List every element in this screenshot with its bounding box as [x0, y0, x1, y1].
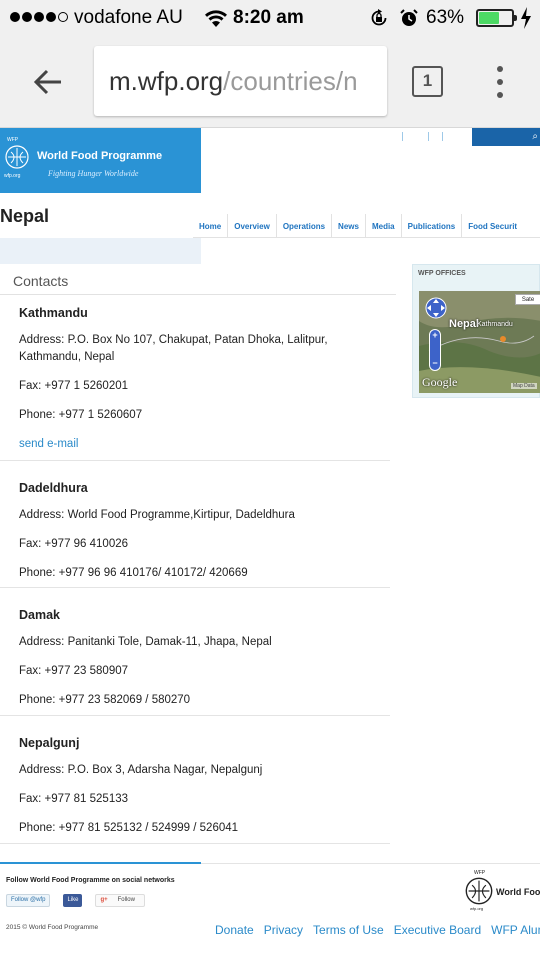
page-title: Nepal — [0, 206, 50, 226]
wifi-icon — [205, 10, 227, 27]
copyright: 2015 © World Food Programme — [6, 924, 99, 931]
office-dadeldhura: Dadeldhura Address: World Food Programme… — [19, 480, 390, 594]
office-phone[interactable]: Phone: +977 96 96 410176/ 410172/ 420669 — [19, 565, 390, 582]
footer-logo-name: World Food — [496, 887, 540, 897]
carrier-name: vodafone AU — [74, 7, 183, 28]
google-logo: Google — [422, 375, 458, 389]
office-fax: Fax: +977 23 580907 — [19, 665, 129, 677]
nav-link-overview[interactable]: Overview — [227, 214, 276, 237]
divider — [0, 715, 390, 716]
footer-wfp-logo[interactable]: WFP wfp.org World Food — [464, 870, 540, 911]
twitter-follow-button[interactable]: Follow @wfp — [6, 894, 51, 907]
map-satellite-button[interactable]: Sate — [515, 294, 540, 305]
divider — [0, 294, 396, 295]
wfp-emblem-icon: WFP wfp.org — [464, 870, 494, 911]
footer-link-executive-board[interactable]: Executive Board — [394, 923, 481, 937]
divider — [0, 587, 390, 588]
social-buttons: Follow @wfp Like g+ Follow — [6, 894, 146, 907]
search-bar[interactable]: ⌕ — [472, 128, 540, 146]
main-nav: Home Overview Operations News Media Publicati… — [193, 214, 540, 238]
office-fax: Fax: +977 81 525133 — [19, 793, 129, 805]
status-bar: vodafone AU 8:20 am 63% — [0, 0, 540, 36]
footer-link-privacy[interactable]: Privacy — [264, 923, 303, 937]
office-address: Address: Panitanki Tole, Damak-11, Jhapa… — [19, 636, 272, 648]
office-name: Damak — [19, 608, 60, 622]
map-label-country: Nepal — [449, 318, 479, 330]
contacts-heading: Contacts — [13, 273, 69, 289]
wfp-emblem-icon: WFP wfp.org — [4, 137, 30, 179]
nav-link-media[interactable]: Media — [364, 214, 401, 237]
office-phone[interactable]: Phone: +977 23 582069 / 580270 — [19, 692, 390, 709]
office-nepalgunj: Nepalgunj Address: P.O. Box 3, Adarsha N… — [19, 735, 390, 849]
battery-icon — [476, 9, 517, 27]
zoom-in-icon[interactable]: + — [430, 330, 440, 340]
facebook-like-button[interactable]: Like — [63, 894, 83, 907]
footer-link-wfp-alum[interactable]: WFP Alum — [491, 923, 540, 937]
office-address: Address: P.O. Box No 107, Chakupat, Pata… — [19, 334, 328, 363]
web-page: WFP wfp.org World Food Programme Fightin… — [0, 128, 540, 960]
send-email-link[interactable]: send e-mail — [19, 436, 390, 453]
wfp-offices-panel: WFP OFFICES + − Nepal Kathmandu Google S… — [412, 264, 540, 398]
map-zoom-control[interactable]: + − — [429, 329, 441, 371]
nav-link-publications[interactable]: Publications — [400, 214, 462, 237]
back-button[interactable] — [26, 62, 70, 102]
map-pan-control[interactable] — [425, 297, 447, 319]
footer-divider — [0, 862, 201, 864]
footer-link-donate[interactable]: Donate — [215, 923, 254, 937]
signal-strength-icon — [10, 12, 68, 22]
office-fax: Fax: +977 96 410026 — [19, 538, 129, 550]
divider — [0, 843, 390, 844]
nav-link-operations[interactable]: Operations — [275, 214, 331, 237]
rotation-lock-icon — [371, 9, 387, 26]
office-kathmandu: Kathmandu Address: P.O. Box No 107, Chak… — [19, 305, 390, 453]
battery-level-fill — [479, 12, 500, 24]
charging-bolt-icon — [521, 7, 531, 29]
panel-title: WFP OFFICES — [418, 270, 466, 277]
tab-switcher-button[interactable]: 1 — [412, 66, 443, 97]
office-phone[interactable]: Phone: +977 1 5260607 — [19, 407, 390, 424]
nav-link-home[interactable]: Home — [193, 214, 227, 237]
wfp-logo-banner[interactable]: WFP wfp.org World Food Programme Fightin… — [0, 128, 201, 193]
zoom-out-icon[interactable]: − — [430, 358, 440, 368]
office-address: Address: P.O. Box 3, Adarsha Nagar, Nepa… — [19, 764, 263, 776]
logo-tagline: Fighting Hunger Worldwide — [48, 169, 139, 178]
logo-name: World Food Programme — [37, 150, 163, 162]
alarm-icon — [400, 9, 418, 26]
battery-percentage: 63% — [426, 7, 465, 28]
back-arrow-icon — [33, 69, 61, 95]
browser-toolbar: m.wfp.org/countries/n 1 — [0, 36, 540, 128]
office-name: Kathmandu — [19, 306, 88, 320]
google-plus-icon: g+ — [100, 897, 108, 903]
office-address: Address: World Food Programme,Kirtipur, … — [19, 509, 295, 521]
office-name: Nepalgunj — [19, 736, 80, 750]
office-fax: Fax: +977 1 5260201 — [19, 380, 129, 392]
url-path: /countries/n — [223, 66, 358, 96]
url-host: m.wfp.org — [109, 66, 224, 96]
office-name: Dadeldhura — [19, 481, 88, 495]
nav-link-food-securit[interactable]: Food Securit — [461, 214, 523, 237]
office-damak: Damak Address: Panitanki Tole, Damak-11,… — [19, 607, 390, 721]
nav-link-news[interactable]: News — [331, 214, 365, 237]
top-menu-dividers — [402, 132, 462, 142]
office-phone[interactable]: Phone: +977 81 525132 / 524999 / 526041 — [19, 820, 390, 837]
social-title: Follow World Food Programme on social ne… — [6, 877, 175, 884]
search-icon[interactable]: ⌕ — [532, 131, 538, 142]
clock: 8:20 am — [233, 7, 304, 28]
overflow-menu-button[interactable] — [490, 66, 510, 98]
footer-link-terms-of-use[interactable]: Terms of Use — [313, 923, 384, 937]
title-band — [0, 238, 201, 264]
offices-map[interactable]: + − Nepal Kathmandu Google Sate Map Data — [419, 291, 540, 393]
gplus-follow-button[interactable]: g+ Follow — [95, 894, 146, 907]
map-data-credit: Map Data — [511, 383, 537, 389]
footer-links: Donate Privacy Terms of Use Executive Board… — [215, 923, 540, 937]
footer-divider — [201, 863, 540, 864]
divider — [0, 460, 390, 461]
address-bar[interactable]: m.wfp.org/countries/n — [94, 46, 387, 116]
map-label-city: Kathmandu — [477, 321, 513, 328]
